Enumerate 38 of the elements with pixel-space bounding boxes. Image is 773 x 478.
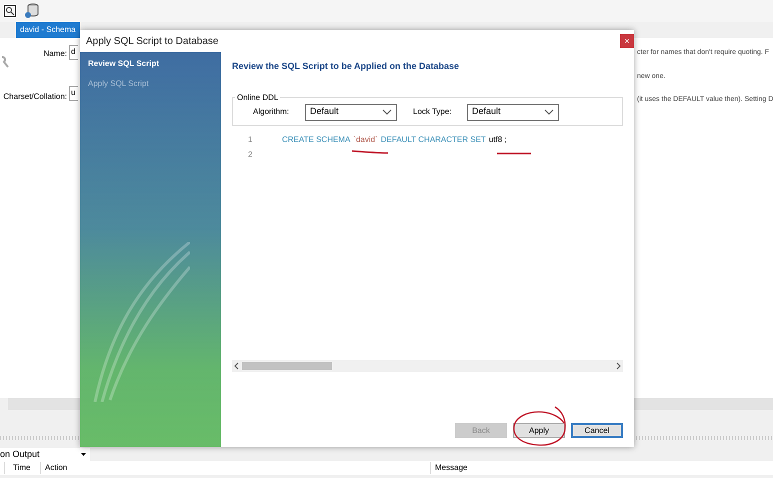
column-header: Message: [430, 462, 468, 474]
charset-label: Charset/Collation:: [3, 91, 67, 103]
column-header: Action: [40, 462, 430, 474]
underline-mark: [495, 151, 533, 156]
column-header: Time: [4, 462, 40, 474]
step-item: Review SQL Script: [88, 58, 160, 70]
line-number: 1: [247, 134, 254, 146]
underline-mark: [350, 149, 390, 155]
dropdown[interactable]: Default: [467, 104, 559, 120]
database-icon[interactable]: [24, 3, 40, 19]
charset-field[interactable]: u: [69, 86, 78, 101]
close-button[interactable]: ×: [620, 34, 634, 48]
output-selector[interactable]: on Output: [0, 448, 90, 461]
dialog-button[interactable]: Cancel: [571, 423, 623, 438]
code-token: DEFAULT CHARACTER SET: [380, 134, 486, 146]
code-token: `david`: [353, 134, 378, 146]
window-title: Apply SQL Script to Database: [86, 34, 218, 48]
scrollbar-thumb[interactable]: [242, 362, 332, 370]
dropdown[interactable]: Default: [305, 104, 397, 120]
wrench-icon: [0, 56, 10, 68]
step-item: Apply SQL Script: [88, 78, 150, 90]
code-token: CREATE SCHEMA: [282, 134, 350, 146]
chevron-down-icon: [544, 109, 554, 115]
name-field[interactable]: d: [69, 45, 78, 60]
caret-icon: [81, 453, 86, 456]
algorithm-label: Algorithm:: [253, 106, 290, 118]
search-icon[interactable]: [4, 5, 16, 17]
page-heading: Review the SQL Script to be Applied on the Database: [232, 60, 460, 73]
line-number: 2: [247, 148, 254, 160]
group-title: Online DDL: [236, 92, 280, 104]
name-label: Name:: [43, 48, 67, 60]
chevron-down-icon: [382, 109, 392, 115]
lock-type-label: Lock Type:: [413, 106, 453, 118]
code-token: utf8 ;: [488, 134, 507, 146]
sql-editor[interactable]: 1 CREATE SCHEMA `david` DEFAULT CHARACTER SET utf8 ; 2: [232, 130, 623, 372]
horizontal-scrollbar[interactable]: [232, 360, 623, 372]
schema-tab[interactable]: david - Schema: [16, 22, 80, 38]
dialog-button[interactable]: Apply: [513, 423, 565, 438]
